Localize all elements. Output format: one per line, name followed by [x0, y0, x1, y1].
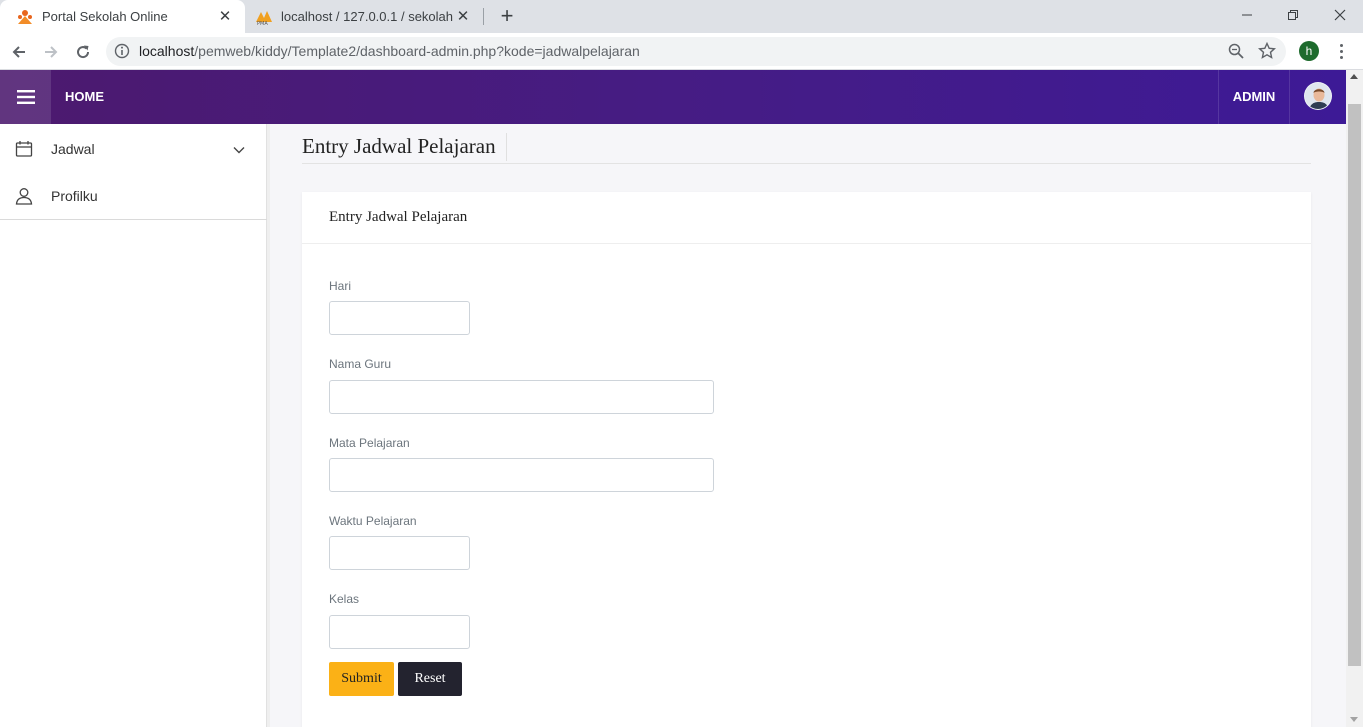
minimize-icon[interactable] [1224, 0, 1270, 30]
sidebar-item-label: Jadwal [51, 140, 95, 157]
star-icon[interactable] [1257, 41, 1277, 65]
close-window-icon[interactable] [1317, 0, 1363, 30]
sidebar-divider [0, 219, 267, 220]
restore-icon[interactable] [1270, 0, 1316, 30]
menu-icon[interactable] [1333, 41, 1349, 61]
main-content: Entry Jadwal Pelajaran Entry Jadwal Pela… [270, 124, 1346, 727]
tab-phpmyadmin[interactable]: PMA localhost / 127.0.0.1 / sekolah / ja… [245, 0, 483, 33]
title-divider [302, 163, 1311, 164]
address-bar[interactable]: localhost/pemweb/kiddy/Template2/dashboa… [106, 37, 1286, 66]
waktu-pelajaran-label: Waktu Pelajaran [329, 514, 417, 528]
nama-guru-input[interactable] [329, 380, 714, 414]
sidebar: Jadwal Profilku [0, 124, 270, 727]
app-header: HOME ADMIN [0, 70, 1346, 124]
reload-icon[interactable] [70, 39, 96, 65]
reset-button[interactable]: Reset [398, 662, 462, 696]
back-icon[interactable] [6, 39, 32, 65]
entry-form-card: Entry Jadwal Pelajaran Hari Nama Guru Ma… [302, 192, 1311, 727]
forward-icon[interactable] [38, 39, 64, 65]
new-tab-button[interactable]: + [495, 4, 519, 28]
user-icon [14, 186, 34, 206]
submit-button[interactable]: Submit [329, 662, 394, 696]
card-title: Entry Jadwal Pelajaran [329, 209, 468, 225]
page-title: Entry Jadwal Pelajaran [302, 133, 507, 161]
mata-pelajaran-input[interactable] [329, 458, 714, 492]
tab-separator [483, 8, 484, 25]
scroll-up-arrow-icon[interactable] [1350, 74, 1358, 79]
tab-close-icon[interactable]: ✕ [217, 8, 233, 25]
scroll-thumb[interactable] [1348, 104, 1361, 666]
profile-avatar[interactable]: h [1299, 41, 1319, 61]
calendar-icon [14, 139, 34, 159]
tab-title: Portal Sekolah Online [42, 9, 168, 24]
tab-close-icon[interactable]: ✕ [455, 8, 471, 25]
hamburger-menu-icon[interactable] [0, 70, 51, 124]
card-header: Entry Jadwal Pelajaran [302, 192, 1311, 244]
phpmyadmin-favicon-icon: PMA [255, 8, 273, 26]
info-icon[interactable] [114, 43, 130, 64]
hari-label: Hari [329, 279, 352, 293]
scroll-down-arrow-icon[interactable] [1350, 717, 1358, 722]
sidebar-item-jadwal[interactable]: Jadwal [0, 125, 267, 172]
tab-portal-sekolah[interactable]: Portal Sekolah Online ✕ [0, 0, 245, 33]
url-host: localhost [139, 43, 195, 59]
waktu-pelajaran-input[interactable] [329, 536, 470, 570]
browser-tab-strip: Portal Sekolah Online ✕ PMA localhost / … [0, 0, 1363, 33]
svg-text:PMA: PMA [257, 21, 268, 26]
url-text: localhost/pemweb/kiddy/Template2/dashboa… [139, 43, 640, 59]
user-avatar[interactable] [1304, 82, 1332, 110]
mata-pelajaran-label: Mata Pelajaran [329, 436, 410, 450]
sidebar-item-label: Profilku [51, 187, 98, 204]
zoom-icon[interactable] [1228, 43, 1244, 64]
page-scrollbar[interactable] [1346, 70, 1363, 727]
chevron-down-icon [233, 141, 245, 157]
url-path: /pemweb/kiddy/Template2/dashboard-admin.… [194, 43, 640, 59]
kelas-label: Kelas [329, 592, 360, 606]
home-link[interactable]: HOME [65, 70, 104, 124]
kelas-input[interactable] [329, 615, 470, 649]
school-favicon-icon [16, 8, 34, 26]
nama-guru-label: Nama Guru [329, 357, 392, 371]
browser-toolbar: localhost/pemweb/kiddy/Template2/dashboa… [0, 33, 1363, 70]
admin-link[interactable]: ADMIN [1218, 70, 1290, 124]
hari-input[interactable] [329, 301, 470, 335]
sidebar-item-profilku[interactable]: Profilku [0, 172, 267, 219]
tab-title: localhost / 127.0.0.1 / sekolah / jadwal [281, 9, 455, 24]
